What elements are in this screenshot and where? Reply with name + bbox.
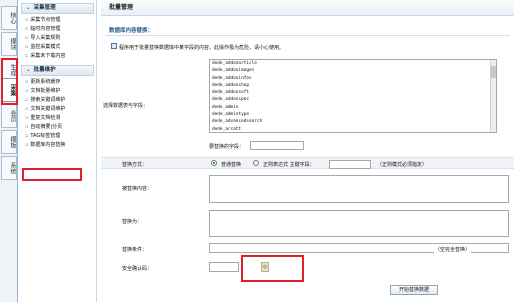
- primary-key-input[interactable]: [329, 160, 371, 169]
- sidebar-item-search-keywords[interactable]: ▫ 搜索关键词维护: [19, 96, 96, 105]
- bullet-icon: ▫: [25, 53, 29, 59]
- tables-label: 选择数据表与字段：: [103, 103, 149, 109]
- highlight-box: [1, 58, 18, 105]
- info-icon: [111, 43, 117, 49]
- sidebar-item-label: 文档关键词维护: [30, 106, 66, 112]
- sidebar-item-label: 采集未下载内容: [30, 53, 66, 59]
- bullet-icon: ▫: [25, 115, 29, 121]
- bullet-icon: ▫: [25, 79, 29, 85]
- table-select-list[interactable]: dede_addonarticle dede_addonimages dede_…: [209, 59, 497, 133]
- list-item[interactable]: dede_addonimages: [210, 67, 496, 74]
- captcha-label: 安全确认码：: [122, 266, 153, 272]
- sidebar-group-batch-header[interactable]: ⌄ 批量维护: [21, 65, 94, 76]
- sidebar-group-collect-header[interactable]: ⌄ 采集管理: [21, 3, 94, 14]
- sidebar-item-label: 导入采集规则: [30, 35, 61, 41]
- vtab-system[interactable]: 系统: [1, 156, 17, 180]
- mode-label: 替换方式：: [122, 162, 148, 168]
- replace-with-textarea[interactable]: [209, 210, 509, 237]
- sidebar-item-tag-manage[interactable]: ▫ TAG标签管理: [19, 132, 96, 141]
- sidebar-item-label: 自动摘要|分页: [30, 124, 63, 130]
- sidebar-item-label: 重复文档检测: [30, 115, 61, 121]
- bullet-icon: ▫: [25, 142, 29, 148]
- bullet-icon: ▫: [25, 35, 29, 41]
- bullet-icon: ▫: [25, 17, 29, 23]
- mode-regex-label: 正则表达式 主键字段：: [263, 162, 315, 168]
- list-item[interactable]: dede_advancedsearch: [210, 118, 496, 125]
- main-panel: 批量管理 数据库内容替换： 程序用于批量替换数据库中某字段的内容，此操作极为危险…: [101, 0, 514, 302]
- bullet-icon: ▫: [25, 97, 29, 103]
- highlight-box: [22, 168, 82, 181]
- list-item[interactable]: dede_addoninfos: [210, 75, 496, 82]
- list-item[interactable]: dede_addonarticle: [210, 60, 496, 67]
- sidebar-item-label: 临时内容管理: [30, 26, 61, 32]
- mode-normal-label: 普通替换: [221, 162, 242, 168]
- list-item[interactable]: dede_admintype: [210, 111, 496, 118]
- sidebar-item-label: 搜索关键词维护: [30, 97, 66, 103]
- sidebar-group-title: 批量维护: [33, 67, 56, 73]
- sidebar-item-auto-summary[interactable]: ▫ 自动摘要|分页: [19, 123, 96, 132]
- list-item[interactable]: dede_admin: [210, 104, 496, 111]
- list-item[interactable]: dede_addonsoft: [210, 89, 496, 96]
- sidebar-item-label: TAG标签管理: [30, 133, 61, 139]
- sidebar-item-label: 文档批量维护: [30, 88, 61, 94]
- bullet-icon: ▫: [25, 133, 29, 139]
- scrollbar[interactable]: [490, 60, 496, 132]
- mode-regex-note: （正则模式必须指定）: [377, 162, 428, 168]
- page-title: 批量管理: [101, 0, 514, 16]
- vtab-template[interactable]: 模板: [1, 130, 17, 154]
- replace-with-label: 替换为：: [122, 219, 143, 225]
- chevron-down-icon: ⌄: [26, 5, 31, 11]
- chevron-down-icon: ⌄: [26, 67, 31, 73]
- sidebar-item-import-rules[interactable]: ▫ 导入采集规则: [19, 34, 96, 43]
- sidebar-item-temp-content[interactable]: ▫ 临时内容管理: [19, 25, 96, 34]
- sidebar-item-doc-keywords[interactable]: ▫ 文档关键词维护: [19, 105, 96, 114]
- vertical-tab-bar: 核心 模块 生成 采集 会员 模板 系统: [0, 0, 18, 302]
- field-label: 要替换的字段：: [209, 144, 245, 150]
- bullet-icon: ▫: [25, 106, 29, 112]
- replace-content-textarea[interactable]: [209, 175, 509, 203]
- sidebar-item-duplicate-check[interactable]: ▫ 重复文档检测: [19, 114, 96, 123]
- sidebar-item-collect-nodes[interactable]: ▫ 采集节点管理: [19, 16, 96, 25]
- captcha-input[interactable]: [209, 262, 239, 272]
- sidebar-item-undownloaded[interactable]: ▫ 采集未下载内容: [19, 52, 96, 61]
- list-item[interactable]: dede_arcatt: [210, 126, 496, 132]
- sidebar-item-monitor-mode[interactable]: ▫ 监控采集模式: [19, 43, 96, 52]
- sidebar-item-doc-maintain[interactable]: ▫ 文档批量维护: [19, 87, 96, 96]
- start-replace-button[interactable]: 开始替换数据: [390, 285, 438, 295]
- radio-normal[interactable]: [211, 160, 217, 166]
- replace-mode-row: 替换方式： 普通替换 正则表达式 主键字段： （正则模式必须指定）: [101, 157, 514, 169]
- condition-label: 替换条件：: [122, 247, 148, 253]
- condition-note: （空完全替换）: [434, 246, 472, 253]
- section-title: 数据库内容替换：: [109, 28, 154, 34]
- divider: [105, 35, 510, 36]
- list-item[interactable]: dede_addonspec: [210, 96, 496, 103]
- bullet-icon: ▫: [25, 124, 29, 130]
- field-input[interactable]: [250, 141, 304, 150]
- vtab-module[interactable]: 模块: [1, 32, 17, 56]
- sidebar-item-db-replace[interactable]: ▫ 数据库内容替换: [19, 141, 96, 150]
- highlight-box: [241, 255, 304, 282]
- sidebar: ⌄ 采集管理 ▫ 采集节点管理 ▫ 临时内容管理 ▫ 导入采集规则 ▫ 监控采集模式 ▫ 采…: [19, 0, 97, 302]
- sidebar-group-title: 采集管理: [33, 5, 56, 11]
- sidebar-item-label: 监控采集模式: [30, 44, 61, 50]
- replace-content-label: 被替换内容：: [122, 186, 153, 192]
- vtab-member[interactable]: 会员: [1, 104, 17, 128]
- bullet-icon: ▫: [25, 26, 29, 32]
- bullet-icon: ▫: [25, 88, 29, 94]
- sidebar-item-label: 数据库内容替换: [30, 142, 66, 148]
- scrollbar-thumb[interactable]: [491, 66, 496, 78]
- sidebar-item-label: 更新系统缓存: [30, 79, 61, 85]
- warning-notice: 程序用于批量替换数据库中某字段的内容，此操作极为危险，请小心使用。: [119, 45, 285, 51]
- radio-regex[interactable]: [253, 160, 259, 166]
- sidebar-item-update-cache[interactable]: ▫ 更新系统缓存: [19, 78, 96, 87]
- list-item[interactable]: dede_addonshop: [210, 82, 496, 89]
- sidebar-item-label: 采集节点管理: [30, 17, 61, 23]
- bullet-icon: ▫: [25, 44, 29, 50]
- vtab-core[interactable]: 核心: [1, 6, 17, 30]
